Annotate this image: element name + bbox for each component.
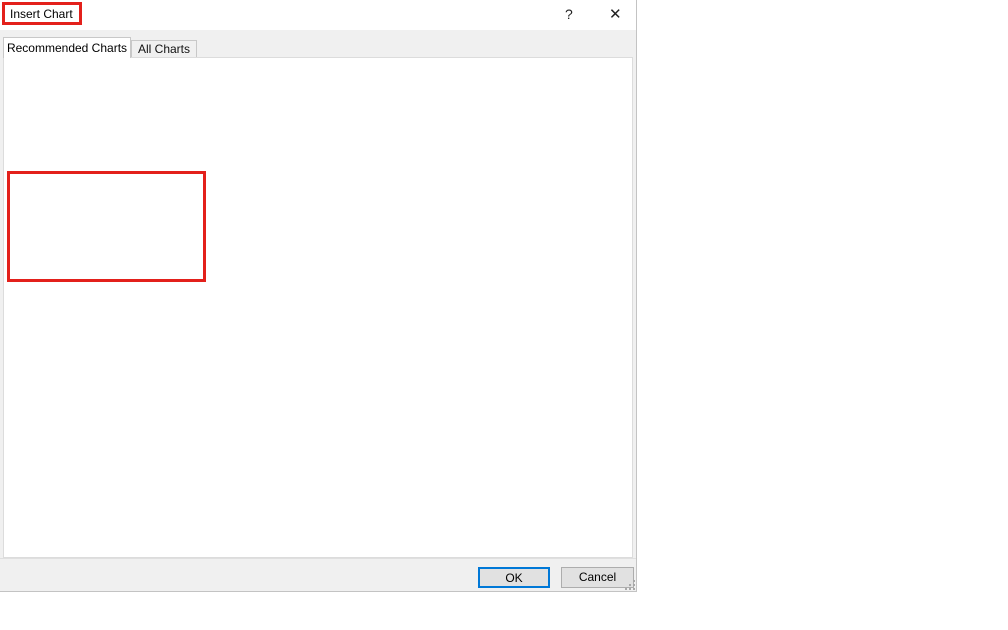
ok-button[interactable]: OK <box>478 567 550 588</box>
help-icon[interactable]: ? <box>565 6 573 22</box>
tab-content-panel <box>3 57 633 558</box>
insert-chart-dialog: Insert Chart ? ✕ Recommended Charts All … <box>0 0 637 592</box>
close-icon[interactable]: ✕ <box>609 5 622 23</box>
resize-grip[interactable] <box>624 579 636 591</box>
title-bar[interactable]: Insert Chart ? ✕ <box>0 0 636 30</box>
selected-thumbnail-annotation-box <box>7 171 206 282</box>
title-annotation-box <box>2 2 82 25</box>
tab-recommended-charts[interactable]: Recommended Charts <box>3 37 131 58</box>
tab-all-charts[interactable]: All Charts <box>131 40 197 58</box>
